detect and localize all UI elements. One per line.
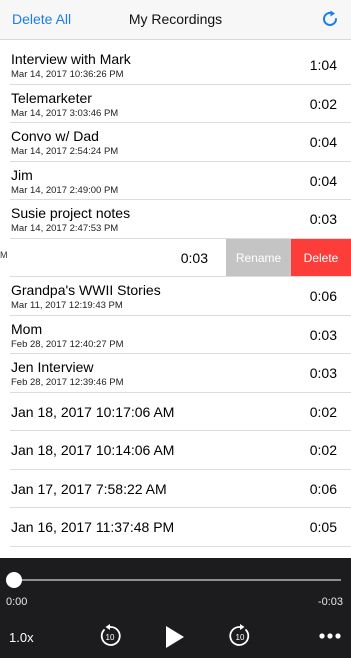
recording-date: Mar 14, 2017 3:03:46 PM: [11, 107, 119, 119]
recording-date: Mar 14, 2017 2:47:53 PM: [11, 223, 119, 234]
recording-row[interactable]: Jan 16, 2017 11:37:48 PM 0:05: [0, 508, 351, 547]
recording-duration: 0:05: [309, 519, 337, 535]
recording-duration: 0:02: [309, 403, 337, 420]
recording-row-swiped[interactable]: M 0:03 Rename Delete: [0, 238, 351, 277]
rename-button[interactable]: Rename: [226, 238, 291, 277]
remaining-time: -0:03: [317, 596, 343, 608]
play-icon[interactable]: [163, 624, 187, 650]
recording-date: Feb 28, 2017 12:40:27 PM: [11, 338, 124, 350]
recording-row[interactable]: Jan 18, 2017 10:14:06 AM 0:02: [0, 431, 351, 470]
recording-date: Feb 28, 2017 12:39:46 PM: [11, 377, 124, 388]
recording-name: Susie project notes: [11, 205, 131, 221]
recording-duration: 0:02: [309, 442, 337, 458]
audio-player: 0:00 -0:03 1.0x 10 10: [0, 558, 351, 658]
skip-forward-10-icon[interactable]: 10: [226, 622, 254, 650]
recording-duration: 0:02: [309, 95, 337, 112]
recording-row[interactable]: Grandpa's WWII Stories Mar 11, 2017 12:1…: [0, 277, 351, 316]
recording-name: Jim: [11, 166, 33, 183]
recording-name: Jan 18, 2017 10:17:06 AM: [11, 403, 175, 420]
recording-row[interactable]: Jan 18, 2017 10:17:06 AM 0:02: [0, 393, 351, 432]
elapsed-time: 0:00: [6, 596, 28, 608]
recording-name: Jan 16, 2017 11:37:48 PM: [11, 519, 175, 535]
playback-speed-button[interactable]: 1.0x: [9, 630, 34, 645]
recording-duration: 0:04: [309, 134, 337, 150]
recording-date: Mar 14, 2017 2:54:24 PM: [11, 146, 119, 157]
recording-row[interactable]: Jan 17, 2017 7:58:22 AM 0:06: [0, 470, 351, 509]
playback-scrubber[interactable]: [12, 579, 341, 581]
recording-row[interactable]: Jen Interview Feb 28, 2017 12:39:46 PM 0…: [0, 354, 351, 393]
recording-name: Jan 18, 2017 10:14:06 AM: [11, 442, 175, 458]
recording-row[interactable]: Susie project notes Mar 14, 2017 2:47:53…: [0, 200, 351, 239]
recording-duration: 0:03: [309, 211, 337, 227]
recording-duration: 0:04: [309, 172, 337, 189]
recording-date: Mar 11, 2017 12:19:43 PM: [11, 300, 123, 311]
recording-date: Mar 14, 2017 10:36:26 PM: [11, 69, 124, 80]
more-icon[interactable]: [318, 630, 342, 642]
delete-button[interactable]: Delete: [291, 238, 351, 277]
skip-forward-seconds: 10: [236, 633, 245, 642]
recording-name: Grandpa's WWII Stories: [11, 282, 161, 298]
recording-duration: 0:06: [309, 480, 337, 497]
recording-name: Telemarketer: [11, 89, 92, 106]
recording-row[interactable]: Telemarketer Mar 14, 2017 3:03:46 PM 0:0…: [0, 85, 351, 124]
scrubber-knob[interactable]: [6, 572, 22, 588]
recording-date: Mar 14, 2017 2:49:00 PM: [11, 184, 119, 196]
page-title: My Recordings: [128, 11, 223, 27]
refresh-icon[interactable]: [319, 8, 341, 30]
recording-duration: 1:04: [309, 57, 337, 73]
recording-name-fragment: M: [0, 249, 8, 260]
nav-bar: Delete All My Recordings: [0, 0, 351, 40]
recording-row[interactable]: Jim Mar 14, 2017 2:49:00 PM 0:04: [0, 162, 351, 201]
recording-name: Mom: [11, 320, 43, 337]
skip-back-seconds: 10: [106, 633, 115, 642]
recording-row[interactable]: Convo w/ Dad Mar 14, 2017 2:54:24 PM 0:0…: [0, 123, 351, 162]
recording-name: Interview with Mark: [11, 51, 131, 67]
recording-duration: 0:03: [180, 249, 208, 266]
recording-row[interactable]: Mom Feb 28, 2017 12:40:27 PM 0:03: [0, 316, 351, 355]
recording-name: Convo w/ Dad: [11, 128, 99, 144]
recording-name: Jan 17, 2017 7:58:22 AM: [11, 480, 167, 497]
recordings-list[interactable]: Interview with Mark Mar 14, 2017 10:36:2…: [0, 46, 351, 558]
skip-back-10-icon[interactable]: 10: [96, 622, 124, 650]
recording-duration: 0:06: [309, 288, 337, 304]
recording-duration: 0:03: [309, 326, 337, 343]
recording-row[interactable]: Interview with Mark Mar 14, 2017 10:36:2…: [0, 46, 351, 85]
recording-name: Jen Interview: [11, 359, 94, 375]
recording-duration: 0:03: [309, 365, 337, 381]
